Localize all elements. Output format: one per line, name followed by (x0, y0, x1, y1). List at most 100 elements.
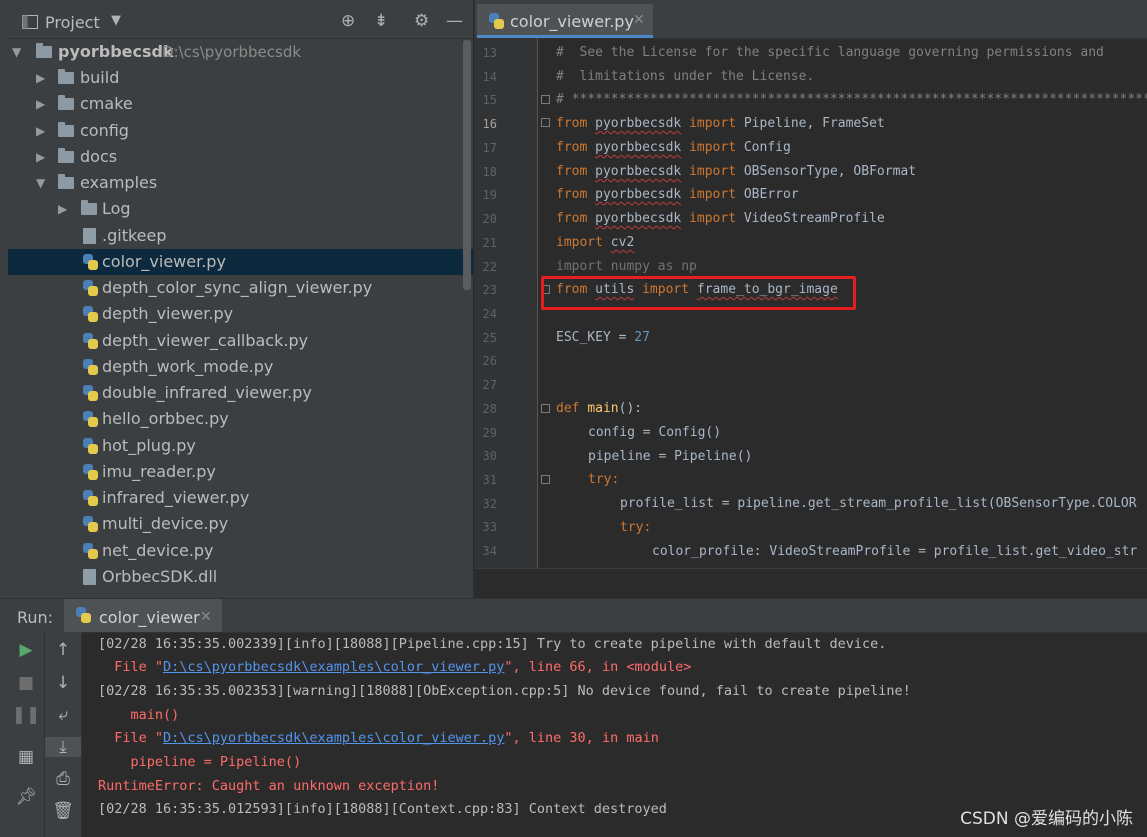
tree-item-file[interactable]: depth_work_mode.py (8, 354, 473, 380)
layout-icon[interactable]: ▦ (8, 747, 44, 767)
code-line-33[interactable]: try: (620, 520, 651, 535)
file-link[interactable]: D:\cs\pyorbbecsdk\examples\color_viewer.… (163, 730, 504, 746)
chevron-down-icon[interactable]: ▼ (36, 170, 45, 196)
code-line-28[interactable]: def main(): (556, 401, 642, 416)
chevron-right-icon[interactable]: ▶ (36, 65, 45, 91)
tree-item-label: net_device.py (102, 541, 214, 560)
tree-item-file[interactable]: imu_reader.py (8, 459, 473, 485)
code-line-30[interactable]: pipeline = Pipeline() (588, 449, 752, 464)
collapse-all-icon[interactable]: ⇟ (374, 11, 388, 31)
fold-marker-icon[interactable] (541, 118, 550, 127)
editor-panel: color_viewer.py ✕ 13 14 15 16 17 18 19 2… (474, 0, 1147, 599)
code-line-25[interactable]: ESC_KEY = 27 (556, 330, 650, 345)
line-number: 14 (482, 70, 497, 84)
pin-icon[interactable]: 📌︎ (8, 787, 44, 807)
tree-item-file[interactable]: hello_orbbec.py (8, 406, 473, 432)
close-icon[interactable]: ✕ (633, 12, 645, 28)
code-keyword: from (556, 140, 588, 155)
red-highlight-box (541, 276, 856, 310)
line-number: 24 (482, 307, 497, 321)
close-icon[interactable]: ✕ (200, 609, 212, 625)
chevron-down-icon[interactable]: ▼ (111, 13, 121, 28)
code-keyword: import (556, 235, 603, 250)
line-number: 26 (482, 354, 497, 368)
stop-icon[interactable]: ■ (8, 673, 44, 693)
scroll-to-end-icon[interactable]: ⤓ (45, 737, 81, 757)
locate-icon[interactable]: ⊕ (341, 11, 355, 31)
tree-item-file[interactable]: double_infrared_viewer.py (8, 380, 473, 406)
python-file-icon (76, 607, 91, 623)
tree-item-label: OrbbecSDK.dll (102, 567, 218, 586)
code-line-19[interactable]: from pyorbbecsdk import OBError (556, 187, 799, 202)
file-link[interactable]: D:\cs\pyorbbecsdk\examples\color_viewer.… (163, 659, 504, 675)
code-line-22[interactable]: import numpy as np (556, 259, 697, 274)
tree-item-label: multi_device.py (102, 514, 229, 533)
project-view-icon[interactable] (22, 14, 38, 34)
code-line-14[interactable]: # limitations under the License. (556, 69, 814, 84)
code-text: ESC_KEY = (556, 330, 635, 345)
chevron-right-icon[interactable]: ▶ (36, 144, 45, 170)
code-line-34[interactable]: color_profile: VideoStreamProfile = prof… (652, 544, 1137, 559)
line-number: 31 (482, 473, 497, 487)
tree-item-file-selected[interactable]: color_viewer.py (8, 249, 473, 275)
code-line-31[interactable]: try: (588, 472, 619, 487)
fold-marker-icon[interactable] (541, 95, 550, 104)
console-line: RuntimeError: Caught an unknown exceptio… (98, 778, 440, 794)
tree-item-file[interactable]: net_device.py (8, 538, 473, 564)
tree-item-folder[interactable]: ▶ config (8, 118, 473, 144)
tree-item-file[interactable]: depth_viewer.py (8, 301, 473, 327)
chevron-right-icon[interactable]: ▶ (36, 91, 45, 117)
code-line-13[interactable]: # See the License for the specific langu… (556, 45, 1104, 60)
pause-icon[interactable]: ❚❚ (8, 705, 44, 725)
tab-label: color_viewer (99, 608, 200, 627)
line-number: 25 (482, 331, 497, 345)
tree-scrollbar[interactable] (463, 40, 471, 290)
soft-wrap-icon[interactable]: ⤶ (45, 705, 81, 725)
gear-icon[interactable]: ⚙ (414, 11, 429, 31)
tree-item-label: hello_orbbec.py (102, 409, 229, 428)
fold-marker-icon[interactable] (541, 404, 550, 413)
tree-item-label: imu_reader.py (102, 462, 216, 481)
tree-item-log[interactable]: ▶ Log (8, 196, 473, 222)
project-title[interactable]: Project (45, 13, 100, 32)
tree-item-file[interactable]: multi_device.py (8, 511, 473, 537)
line-number: 15 (482, 93, 497, 107)
fold-marker-icon[interactable] (541, 475, 550, 484)
line-number-gutter: 13 14 15 16 17 18 19 20 21 22 23 24 25 2… (475, 38, 538, 568)
tree-item-folder[interactable]: ▶ cmake (8, 91, 473, 117)
tree-item-folder[interactable]: ▶ docs (8, 144, 473, 170)
print-icon[interactable]: ⎙ (45, 769, 81, 789)
folder-icon (58, 122, 74, 137)
tab-run-color-viewer[interactable]: color_viewer ✕ (64, 599, 222, 632)
chevron-down-icon[interactable]: ▼ (12, 39, 21, 65)
chevron-right-icon[interactable]: ▶ (36, 118, 45, 144)
code-line-16[interactable]: from pyorbbecsdk import Pipeline, FrameS… (556, 116, 885, 131)
tree-item-root[interactable]: ▼ pyorbbecsdk D:\cs\pyorbbecsdk (8, 39, 473, 65)
tree-item-file[interactable]: hot_plug.py (8, 433, 473, 459)
code-line-29[interactable]: config = Config() (588, 425, 721, 440)
code-line-18[interactable]: from pyorbbecsdk import OBSensorType, OB… (556, 164, 916, 179)
code-line-21[interactable]: import cv2 (556, 235, 634, 250)
tab-color-viewer[interactable]: color_viewer.py ✕ (477, 4, 653, 38)
code-line-20[interactable]: from pyorbbecsdk import VideoStreamProfi… (556, 211, 885, 226)
chevron-right-icon[interactable]: ▶ (58, 196, 67, 222)
tree-item-folder[interactable]: ▶ build (8, 65, 473, 91)
tree-item-file[interactable]: infrared_viewer.py (8, 485, 473, 511)
tree-item-file[interactable]: OrbbecSDK.dll (8, 564, 473, 590)
line-number: 34 (482, 544, 497, 558)
rerun-icon[interactable]: ▶ (8, 640, 44, 660)
arrow-up-icon[interactable]: ↑ (45, 640, 81, 660)
code-line-15[interactable]: # **************************************… (556, 92, 1147, 107)
tree-item-label: pyorbbecsdk (58, 42, 174, 61)
tree-item-file[interactable]: depth_viewer_callback.py (8, 328, 473, 354)
code-line-17[interactable]: from pyorbbecsdk import Config (556, 140, 791, 155)
trash-icon[interactable]: 🗑︎ (45, 801, 81, 821)
tree-item-file[interactable]: depth_color_sync_align_viewer.py (8, 275, 473, 301)
tree-item-file[interactable]: .gitkeep (8, 223, 473, 249)
code-line-32[interactable]: profile_list = pipeline.get_stream_profi… (620, 496, 1137, 511)
tree-item-examples[interactable]: ▼ examples (8, 170, 473, 196)
minimize-icon[interactable]: — (446, 11, 463, 31)
console-line: pipeline = Pipeline() (98, 754, 302, 770)
console-line: [02/28 16:35:35.002339][info][18088][Pip… (98, 636, 887, 652)
arrow-down-icon[interactable]: ↓ (45, 673, 81, 693)
